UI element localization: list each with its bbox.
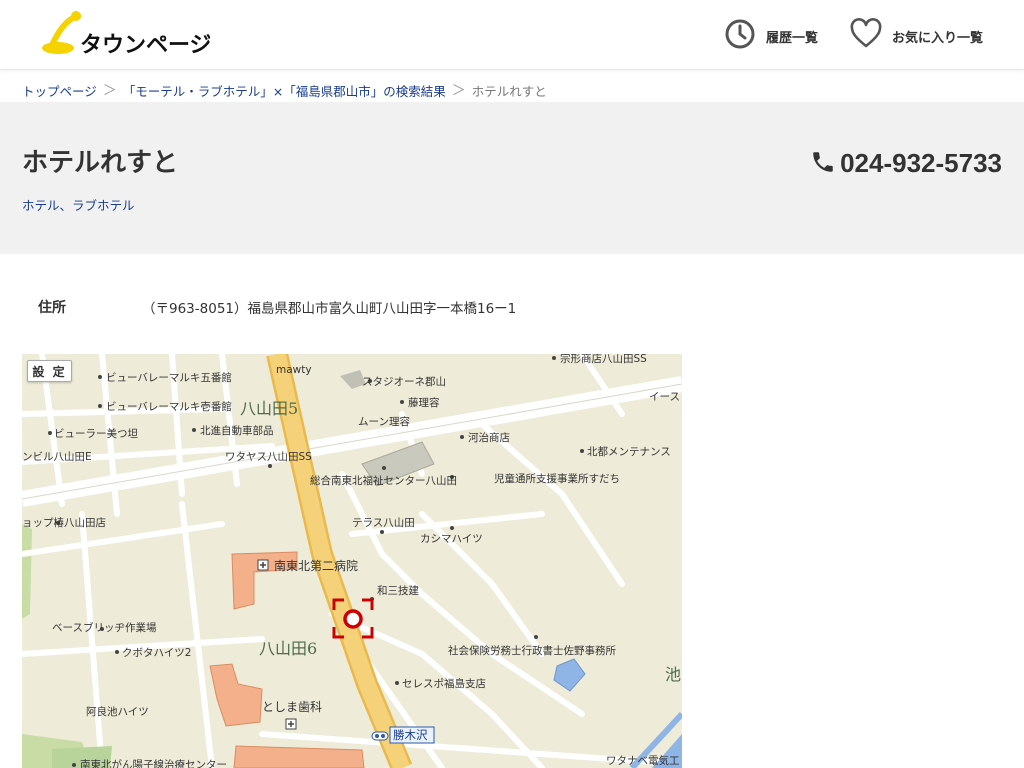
map-place-label: 和三技建 (377, 584, 419, 597)
map-place-label: テラス八山田 (352, 517, 415, 529)
map-place-label: ビューラー美つ坦 (54, 427, 138, 440)
map-place-label: 南東北がん陽子線治療センター (80, 758, 227, 768)
heart-icon (850, 18, 882, 54)
hospital-icon (285, 718, 297, 730)
map-place-label: 総合南東北福祉センター八山田 (310, 474, 457, 487)
map-place-label: 南東北第二病院 (274, 558, 358, 573)
address-value: （〒963-8051）福島県郡山市富久山町八山田字一本橋16ー1 (142, 301, 517, 317)
map-place-label: クボタハイツ2 (122, 647, 191, 659)
history-link[interactable]: 履歴一覧 (724, 18, 818, 54)
map-place-label: 阿良池ハイツ (86, 705, 149, 718)
breadcrumb-current: ホテルれすと (471, 83, 547, 99)
category-separator: 、 (59, 198, 73, 213)
map-area-label: 八山田6 (259, 639, 317, 658)
breadcrumb-top[interactable]: トップページ (22, 81, 97, 100)
phone-number-text: 024-932-5733 (840, 148, 1002, 178)
station-icon (371, 731, 389, 741)
map-place-label: ョップ椿八山田店 (22, 516, 106, 529)
favorites-label: お気に入り一覧 (892, 30, 984, 46)
map-place-label: mawty (276, 364, 312, 376)
history-label: 履歴一覧 (766, 30, 819, 46)
map-area-label: 八山田5 (240, 399, 298, 418)
map-place-label: セレスポ福島支店 (402, 677, 486, 690)
map-settings-button[interactable]: 設 定 (27, 360, 72, 382)
map-place-label: ビューバレーマルキ五番館 (106, 371, 232, 384)
townpage-logo[interactable]: タウンページ (40, 10, 212, 60)
breadcrumb: トップページ ＞ 「モーテル・ラブホテル」×「福島県郡山市」の検索結果 ＞ ホテ… (22, 80, 547, 100)
phone-icon (810, 149, 836, 179)
map-place-label: としま歯科 (262, 700, 322, 714)
favorites-link[interactable]: お気に入り一覧 (850, 18, 983, 54)
clock-icon (724, 18, 756, 54)
breadcrumb-separator-icon: ＞ (451, 83, 466, 99)
map-place-label: カシマハイツ (420, 533, 483, 545)
listing-header: ホテルれすと ホテル、ラブホテル 024-932-5733 (0, 102, 1024, 254)
map-place-label: 北進自動車部品 (200, 424, 274, 437)
page-title: ホテルれすと (22, 148, 179, 178)
map-place-label: ンビル八山田E (22, 451, 92, 463)
breadcrumb-separator-icon: ＞ (102, 83, 117, 99)
category-love-hotel-link[interactable]: ラブホテル (72, 198, 135, 213)
map-place-label: 宗形商店八山田SS (560, 354, 647, 365)
category-hotel-link[interactable]: ホテル (22, 198, 60, 213)
breadcrumb-search-results[interactable]: 「モーテル・ラブホテル」×「福島県郡山市」の検索結果 (123, 81, 446, 100)
map[interactable]: 八山田5 八山田6 池 宗形商店八山田SS mawty ビューバレーマルキ五番館… (22, 354, 682, 768)
hospital-icon (257, 559, 269, 571)
map-place-label: イース (649, 391, 680, 403)
map-place-label: ワタナベ電気工 (606, 754, 680, 767)
site-header: タウンページ 履歴一覧 お気に入り一覧 (0, 0, 1024, 70)
map-canvas[interactable]: 八山田5 八山田6 池 宗形商店八山田SS mawty ビューバレーマルキ五番館… (22, 354, 682, 768)
map-place-label: スタジオーネ郡山 (362, 376, 446, 388)
map-place-label: ワタヤス八山田SS (225, 451, 312, 463)
map-corner-label: 池 (665, 665, 681, 684)
map-place-label: 河治商店 (468, 431, 510, 444)
logo-text: タウンページ (80, 33, 210, 58)
map-place-label: 児童通所支援事業所すだち (494, 472, 620, 485)
map-place-label: ムーン理容 (358, 415, 410, 428)
category-list: ホテル、ラブホテル (22, 195, 135, 214)
address-label: 住所 (38, 300, 66, 316)
map-place-label: 北都メンテナンス (587, 446, 671, 458)
station-label: 勝木沢 (393, 728, 428, 742)
phone-number[interactable]: 024-932-5733 (810, 148, 1002, 179)
map-place-label: ビューバレーマルキ壱番館 (106, 400, 232, 413)
map-place-label: 藤理容 (408, 396, 440, 409)
map-place-label: 社会保険労務士行政書士佐野事務所 (448, 644, 616, 657)
map-place-label: ベースブリッヂ作業場 (52, 621, 157, 634)
